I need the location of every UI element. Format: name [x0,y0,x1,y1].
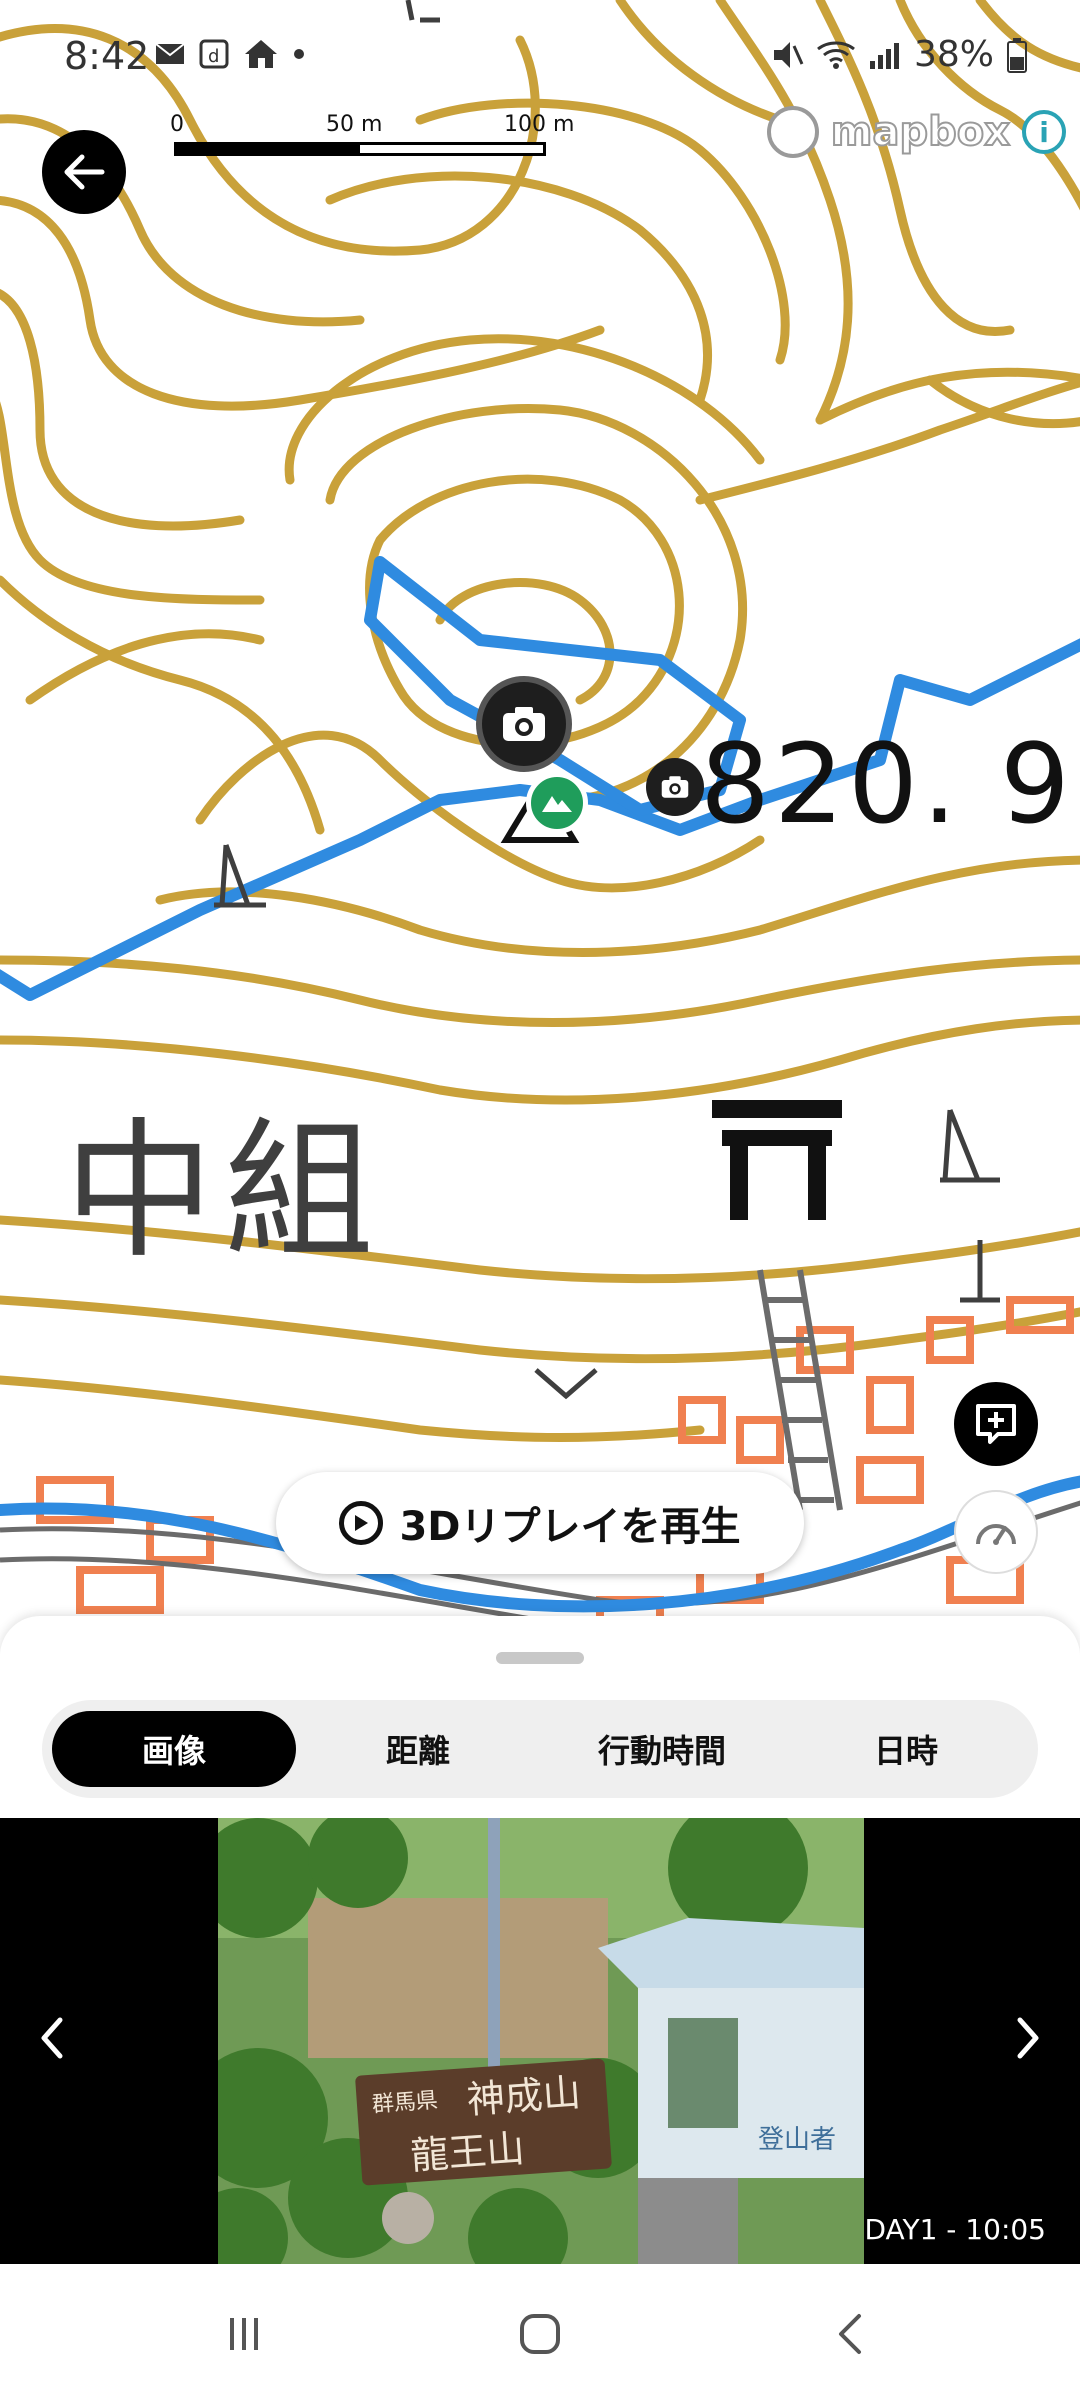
tab-images[interactable]: 画像 [52,1711,296,1787]
status-time: 8:42 [64,34,150,78]
battery-icon [1007,37,1027,73]
wifi-icon [817,41,855,69]
mountain-icon [542,796,572,812]
mapbox-wordmark: mapbox [830,108,1011,156]
box-label: 登山者 [758,2125,836,2155]
svg-text:d: d [208,46,219,67]
replay-3d-label: 3Dリプレイを再生 [399,1504,741,1550]
dot-icon [294,49,304,59]
docomo-icon: d [199,39,229,69]
tab-bar: 画像 距離 行動時間 日時 [42,1700,1038,1798]
sign-text-kanna: 神成山 [465,2070,582,2122]
speedometer-icon [976,1524,1016,1545]
status-right: 38% [770,34,1028,75]
scale-bar: 0 50 m 100 m [170,112,580,162]
chevron-right-icon [1017,2017,1039,2059]
photo-marker-large[interactable] [476,676,572,772]
scale-label-mid: 50 m [326,112,383,137]
back-chevron-icon [839,2314,861,2354]
scale-label-max: 100 m [504,112,575,137]
previous-photo-button[interactable] [22,2008,82,2068]
camera-icon [503,707,545,741]
mail-icon [155,43,185,64]
camera-icon [661,776,689,798]
map-view[interactable]: 820. 9 中組 [0,0,1080,1640]
scale-label-zero: 0 [170,112,184,137]
tab-datetime[interactable]: 日時 [784,1711,1028,1787]
sign-text-ryuo: 龍王山 [409,2126,526,2178]
back-button[interactable] [42,130,126,214]
mapbox-logo-icon [766,106,819,158]
photo-timestamp: DAY1 - 10:05 [864,2213,1046,2246]
elevation-label: 820. 9 [700,720,1074,848]
arrow-left-icon [64,154,105,190]
recent-apps-icon [230,2318,258,2350]
summit-marker[interactable] [526,772,588,834]
replay-3d-button[interactable]: 3Dリプレイを再生 [276,1472,804,1574]
system-back-button[interactable] [820,2304,880,2364]
system-nav-bar [0,2264,1080,2400]
add-comment-icon [976,1404,1016,1444]
notification-icons: d [155,38,305,70]
mapbox-attribution[interactable]: mapbox i [766,106,1066,158]
recent-apps-button[interactable] [214,2304,274,2364]
tab-distance[interactable]: 距離 [296,1711,540,1787]
speed-button[interactable] [954,1490,1038,1574]
signal-icon [869,42,899,69]
home-icon [245,40,277,68]
photo-carousel[interactable]: 群馬県 神成山 龍王山 登山者 DAY1 - 10:05 [0,1818,1080,2264]
trail-photo[interactable]: 群馬県 神成山 龍王山 登山者 [218,1818,864,2264]
play-icon [339,1501,384,1545]
sign-text-prefecture: 群馬県 [371,2088,439,2118]
tab-activity-time[interactable]: 行動時間 [540,1711,784,1787]
summit-photo-image: 群馬県 神成山 龍王山 登山者 [218,1818,864,2264]
photo-marker-small[interactable] [646,758,704,816]
info-icon[interactable]: i [1022,110,1066,154]
battery-percent: 38% [913,34,994,75]
home-button[interactable] [510,2304,570,2364]
status-bar: 8:42 d 38% [0,0,1080,120]
scale-bar-graphic [174,142,546,156]
next-photo-button[interactable] [998,2008,1058,2068]
chevron-left-icon [41,2017,63,2059]
mute-icon [773,41,804,68]
place-label: 中組 [64,1105,385,1279]
sheet-handle[interactable] [496,1652,584,1664]
home-circle-icon [520,2314,560,2354]
add-memo-button[interactable] [954,1382,1038,1466]
